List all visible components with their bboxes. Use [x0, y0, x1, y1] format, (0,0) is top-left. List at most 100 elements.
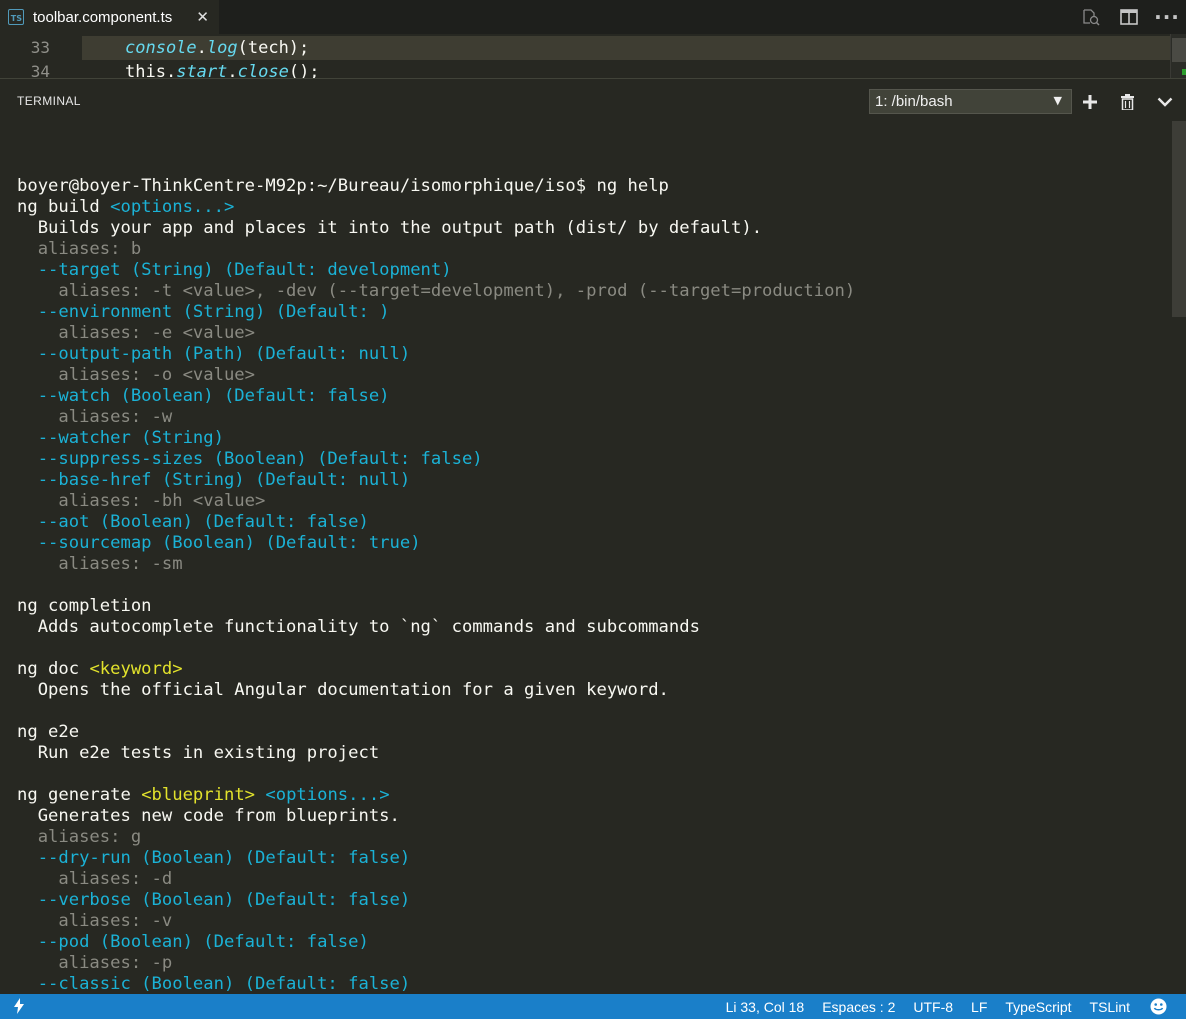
line-number: 33 [30, 38, 50, 57]
terminal-text: --watcher (String) [17, 428, 224, 448]
tab-label: toolbar.component.ts [33, 8, 173, 26]
terminal-text: --output-path (Path) (Default: null) [17, 344, 411, 364]
split-editor-icon[interactable] [1110, 0, 1148, 34]
editor-scrollbar[interactable] [1170, 34, 1186, 78]
editor-line: 33 console.log(tech); [0, 36, 1170, 60]
terminal-line: aliases: -d [17, 869, 855, 890]
terminal-text: <options...> [265, 785, 390, 805]
terminal-line: aliases: g [17, 827, 855, 848]
terminal-text: aliases: -e <value> [17, 323, 255, 343]
tab-toolbar-component[interactable]: TS toolbar.component.ts ✕ [0, 0, 219, 34]
language-mode[interactable]: TypeScript [1005, 999, 1071, 1015]
terminal-line: aliases: -e <value> [17, 323, 855, 344]
terminal-line: Opens the official Angular documentation… [17, 680, 855, 701]
code-token: console [125, 38, 197, 58]
terminal-line: --dry-run (Boolean) (Default: false) [17, 848, 855, 869]
trash-icon[interactable] [1114, 89, 1140, 115]
open-changes-icon[interactable] [1072, 0, 1110, 34]
panel-title[interactable]: TERMINAL [17, 94, 81, 108]
terminal-line: --watcher (String) [17, 428, 855, 449]
terminal-line: --verbose (Boolean) (Default: false) [17, 890, 855, 911]
terminal-text: <options...> [110, 197, 235, 217]
terminal-line: Adds autocomplete functionality to `ng` … [17, 617, 855, 638]
terminal-text: Opens the official Angular documentation… [17, 680, 669, 700]
code-token: this [125, 62, 166, 78]
terminal-text: Generates new code from blueprints. [17, 806, 400, 826]
terminal-line: --pod (Boolean) (Default: false) [17, 932, 855, 953]
code-text: this.start.close(); [125, 60, 320, 78]
terminal-scrollbar[interactable] [1172, 121, 1186, 995]
terminal-line: aliases: -t <value>, -dev (--target=deve… [17, 281, 855, 302]
terminal-text: --dry-run (Boolean) (Default: false) [17, 848, 411, 868]
dropdown-arrow-icon: ▼ [1053, 94, 1062, 107]
terminal-text: ng build [17, 197, 111, 217]
status-bar: Li 33, Col 18 Espaces : 2 UTF-8 LF TypeS… [0, 994, 1186, 1019]
file-encoding[interactable]: UTF-8 [913, 999, 953, 1015]
terminal-line: ng completion [17, 596, 855, 617]
more-actions-icon[interactable]: ··· [1148, 0, 1186, 34]
terminal-text: aliases: -w [17, 407, 173, 427]
code-token: (tech); [237, 38, 310, 58]
code-token: log [206, 38, 238, 58]
terminal-line: Builds your app and places it into the o… [17, 218, 855, 239]
end-of-line[interactable]: LF [971, 999, 987, 1015]
terminal-text: Run e2e tests in existing project [17, 743, 380, 763]
terminal-text: --suppress-sizes (Boolean) (Default: fal… [17, 449, 483, 469]
terminal-text: --verbose (Boolean) (Default: false) [17, 890, 411, 910]
lightning-icon[interactable] [14, 998, 24, 1017]
smiley-icon[interactable] [1150, 998, 1167, 1018]
linter-status[interactable]: TSLint [1090, 999, 1130, 1015]
terminal-line: aliases: -p [17, 953, 855, 974]
terminal-text: --target (String) (Default: development) [17, 260, 452, 280]
line-number: 34 [30, 62, 50, 78]
code-token: . [227, 62, 238, 78]
code-token: . [196, 38, 207, 58]
terminal-line: boyer@boyer-ThinkCentre-M92p:~/Bureau/is… [17, 176, 855, 197]
cursor-position[interactable]: Li 33, Col 18 [726, 999, 805, 1015]
terminal-line: aliases: -sm [17, 554, 855, 575]
terminal-scrollbar-thumb[interactable] [1172, 121, 1186, 317]
editor-line: 34 this.start.close(); [0, 60, 1170, 78]
terminal-line: ng generate <blueprint> <options...> [17, 785, 855, 806]
ts-file-icon: TS [8, 9, 24, 25]
terminal-text: aliases: -t <value>, -dev (--target=deve… [17, 281, 856, 301]
terminal-line: ng e2e [17, 722, 855, 743]
terminal-line: --sourcemap (Boolean) (Default: true) [17, 533, 855, 554]
code-token: start [176, 62, 228, 78]
terminal-select-value: 1: /bin/bash [875, 93, 953, 110]
terminal-line: --base-href (String) (Default: null) [17, 470, 855, 491]
add-terminal-icon[interactable] [1077, 89, 1103, 115]
terminal-line: --watch (Boolean) (Default: false) [17, 386, 855, 407]
terminal-output[interactable]: boyer@boyer-ThinkCentre-M92p:~/Bureau/is… [0, 155, 1172, 995]
terminal-text: aliases: -v [17, 911, 173, 931]
terminal-text: Adds autocomplete functionality to `ng` … [17, 617, 700, 637]
terminal-panel: TERMINAL 1: /bin/bash ▼ boyer@boyer-Thin… [0, 78, 1186, 995]
git-change-marker [1182, 69, 1186, 75]
tab-bar: TS toolbar.component.ts ✕ ··· [0, 0, 1186, 34]
indentation[interactable]: Espaces : 2 [822, 999, 895, 1015]
terminal-line: --aot (Boolean) (Default: false) [17, 512, 855, 533]
terminal-line: Run e2e tests in existing project [17, 743, 855, 764]
terminal-line: aliases: -v [17, 911, 855, 932]
terminal-line: --classic (Boolean) (Default: false) [17, 974, 855, 995]
terminal-text: aliases: b [17, 239, 142, 259]
terminal-text: ng e2e [17, 722, 80, 742]
terminal-line: --target (String) (Default: development) [17, 260, 855, 281]
close-icon[interactable]: ✕ [196, 8, 209, 26]
terminal-line: ng build <options...> [17, 197, 855, 218]
status-items: Li 33, Col 18 Espaces : 2 UTF-8 LF TypeS… [708, 994, 1130, 1019]
terminal-select[interactable]: 1: /bin/bash ▼ [869, 89, 1072, 114]
terminal-text: aliases: -d [17, 869, 173, 889]
terminal-line: aliases: -o <value> [17, 365, 855, 386]
terminal-text: aliases: g [17, 827, 142, 847]
code-editor[interactable]: 33 console.log(tech); 34 this.start.clos… [0, 34, 1186, 78]
terminal-line: ng doc <keyword> [17, 659, 855, 680]
editor-scrollbar-thumb[interactable] [1172, 38, 1186, 62]
chevron-down-icon[interactable] [1152, 89, 1178, 115]
terminal-text: aliases: -p [17, 953, 173, 973]
terminal-line: Generates new code from blueprints. [17, 806, 855, 827]
terminal-text: <blueprint> [141, 785, 256, 805]
